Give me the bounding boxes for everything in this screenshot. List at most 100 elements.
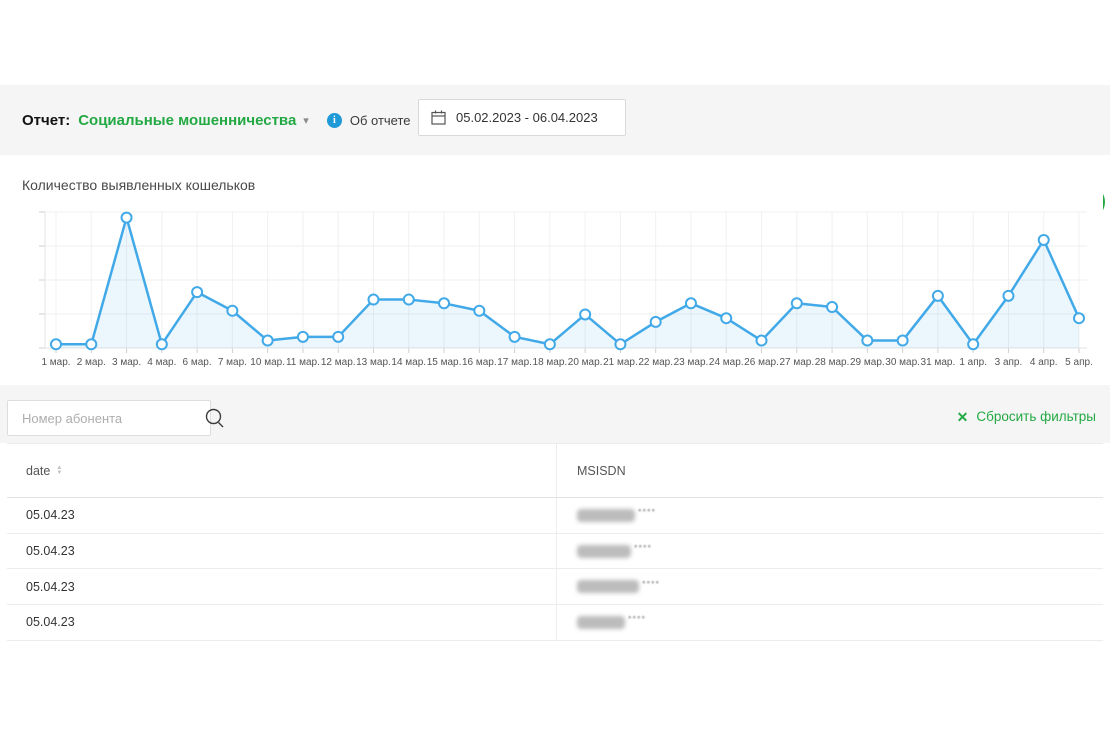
table-body: 05.04.23****05.04.23****05.04.23****05.0… xyxy=(7,498,1103,641)
table-row: 05.04.23 **** xyxy=(7,534,1103,570)
chart-title: Количество выявленных кошельков xyxy=(7,157,1103,193)
msisdn-mask-stars: **** xyxy=(628,614,646,624)
table-row: 05.04.23**** xyxy=(7,605,1103,641)
data-point[interactable] xyxy=(580,309,590,319)
data-point[interactable] xyxy=(862,336,872,346)
data-point[interactable] xyxy=(615,339,625,349)
data-point[interactable] xyxy=(51,339,61,349)
date-range-value: 05.02.2023 - 06.04.2023 xyxy=(456,110,598,125)
date-cell: 05.04.23 xyxy=(7,544,556,558)
x-axis-label: 17 мар. xyxy=(497,357,532,368)
x-axis-label: 13 мар. xyxy=(356,357,391,368)
data-point[interactable] xyxy=(157,339,167,349)
data-point[interactable] xyxy=(439,298,449,308)
data-point[interactable] xyxy=(792,298,802,308)
data-point[interactable] xyxy=(898,336,908,346)
data-point[interactable] xyxy=(933,291,943,301)
msisdn-redacted-value xyxy=(577,509,635,522)
x-axis-label: 7 мар. xyxy=(218,357,247,368)
report-type-dropdown[interactable]: Социальные мошенничества ▾ xyxy=(78,112,309,129)
table-header-row: date ▲▼ MSISDN xyxy=(7,444,1103,498)
data-point[interactable] xyxy=(1039,235,1049,245)
reset-filters-label: Сбросить фильтры xyxy=(976,409,1096,424)
info-icon: i xyxy=(327,113,342,128)
x-axis-label: 31 мар. xyxy=(921,357,956,368)
data-point[interactable] xyxy=(404,295,414,305)
table-row: 05.04.23 **** xyxy=(7,498,1103,534)
x-axis-label: 11 мар. xyxy=(286,357,320,368)
x-axis-label: 4 мар. xyxy=(147,357,176,368)
close-icon: ✕ xyxy=(957,410,969,424)
date-cell: 05.04.23 xyxy=(7,508,556,522)
x-axis-label: 14 мар. xyxy=(391,357,426,368)
data-point[interactable] xyxy=(968,339,978,349)
data-point[interactable] xyxy=(721,313,731,323)
data-point[interactable] xyxy=(757,336,767,346)
report-type-value: Социальные мошенничества xyxy=(78,112,296,129)
x-axis-label: 24 мар. xyxy=(709,357,744,368)
report-toolbar: Отчет: Социальные мошенничества ▾ i Об о… xyxy=(0,85,1110,155)
msisdn-redacted-value xyxy=(577,545,631,558)
calendar-icon xyxy=(431,110,446,125)
x-axis-label: 3 апр. xyxy=(995,357,1023,368)
x-axis-label: 27 мар. xyxy=(779,357,814,368)
subscriber-number-input[interactable] xyxy=(8,411,204,426)
msisdn-mask-stars: **** xyxy=(634,543,652,553)
data-point[interactable] xyxy=(263,336,273,346)
column-header-date[interactable]: date ▲▼ xyxy=(7,464,556,478)
x-axis-label: 18 мар. xyxy=(533,357,568,368)
data-point[interactable] xyxy=(651,317,661,327)
data-point[interactable] xyxy=(1074,313,1084,323)
data-point[interactable] xyxy=(474,306,484,316)
wallets-chart-card: Количество выявленных кошельков 1 мар. 2 … xyxy=(7,157,1103,385)
data-point[interactable] xyxy=(1003,291,1013,301)
data-point[interactable] xyxy=(86,339,96,349)
data-point[interactable] xyxy=(368,295,378,305)
data-point[interactable] xyxy=(333,332,343,342)
msisdn-cell: **** xyxy=(556,605,646,640)
msisdn-cell: **** xyxy=(556,534,652,569)
column-header-msisdn: MSISDN xyxy=(556,444,626,497)
about-report-label: Об отчете xyxy=(350,113,411,128)
x-axis-label: 2 мар. xyxy=(77,357,106,368)
data-point[interactable] xyxy=(122,213,132,223)
x-axis-label: 21 мар. xyxy=(603,357,638,368)
msisdn-redacted-value xyxy=(577,616,625,629)
data-point[interactable] xyxy=(227,306,237,316)
x-axis-label: 23 мар. xyxy=(674,357,709,368)
x-axis-label: 26 мар. xyxy=(744,357,779,368)
filter-bar: ✕ Сбросить фильтры xyxy=(0,385,1110,443)
msisdn-cell: **** xyxy=(556,498,656,533)
msisdn-cell: **** xyxy=(556,569,660,604)
data-point[interactable] xyxy=(510,332,520,342)
reset-filters-link[interactable]: ✕ Сбросить фильтры xyxy=(957,409,1096,424)
x-axis-label: 1 мар. xyxy=(41,357,70,368)
chevron-down-icon: ▾ xyxy=(303,116,309,127)
x-axis-label: 30 мар. xyxy=(885,357,920,368)
data-point[interactable] xyxy=(545,339,555,349)
x-axis-label: 4 апр. xyxy=(1030,357,1058,368)
subscriber-search-box xyxy=(7,400,211,436)
x-axis-label: 5 апр. xyxy=(1065,357,1093,368)
data-point[interactable] xyxy=(298,332,308,342)
x-axis-label: 10 мар. xyxy=(250,357,285,368)
msisdn-mask-stars: **** xyxy=(638,507,656,517)
x-axis-label: 15 мар. xyxy=(427,357,462,368)
data-point[interactable] xyxy=(827,302,837,312)
msisdn-column-label: MSISDN xyxy=(577,464,626,478)
x-axis-label: 12 мар. xyxy=(321,357,356,368)
date-range-picker[interactable]: 05.02.2023 - 06.04.2023 xyxy=(418,99,626,136)
wallets-line-chart[interactable]: 1 мар.2 мар.3 мар.4 мар.6 мар.7 мар.10 м… xyxy=(7,205,1103,377)
date-column-label: date xyxy=(26,464,50,478)
x-axis-label: 1 апр. xyxy=(959,357,987,368)
date-cell: 05.04.23 xyxy=(7,580,556,594)
sort-icon: ▲▼ xyxy=(56,466,62,476)
data-point[interactable] xyxy=(192,287,202,297)
x-axis-label: 29 мар. xyxy=(850,357,885,368)
x-axis-label: 20 мар. xyxy=(568,357,603,368)
about-report-link[interactable]: i Об отчете xyxy=(327,113,411,128)
data-point[interactable] xyxy=(686,298,696,308)
table-row: 05.04.23**** xyxy=(7,569,1103,605)
msisdn-redacted-value xyxy=(577,580,639,593)
search-icon[interactable] xyxy=(204,407,226,429)
